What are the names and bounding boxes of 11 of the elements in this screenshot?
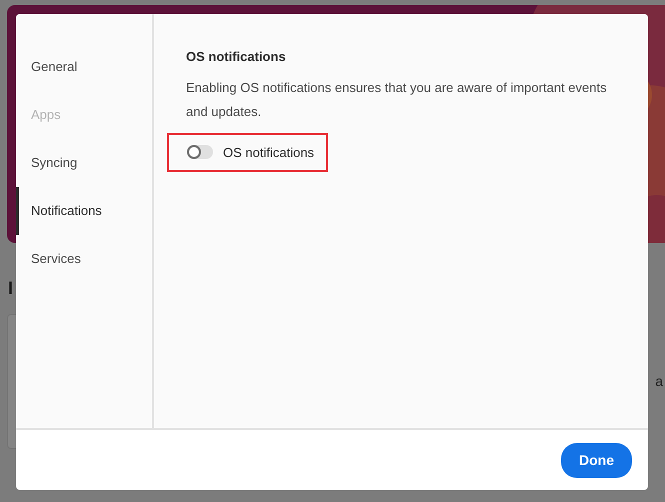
sidebar-item[interactable]: Notifications xyxy=(16,187,108,235)
section-title: OS notifications xyxy=(186,49,287,65)
sidebar-item[interactable]: Services xyxy=(16,235,87,283)
toggle-switch[interactable] xyxy=(187,145,213,160)
label: a xyxy=(655,372,664,391)
done-button[interactable]: Done xyxy=(561,442,632,478)
sidebar-item[interactable]: Syncing xyxy=(16,139,84,187)
sidebar-item[interactable]: General xyxy=(16,43,84,91)
description: Enabling OS notifications ensures that you are aware of important events and updates. xyxy=(186,78,608,121)
heading: I xyxy=(8,277,14,299)
toggle-label: OS notifications xyxy=(223,144,314,162)
